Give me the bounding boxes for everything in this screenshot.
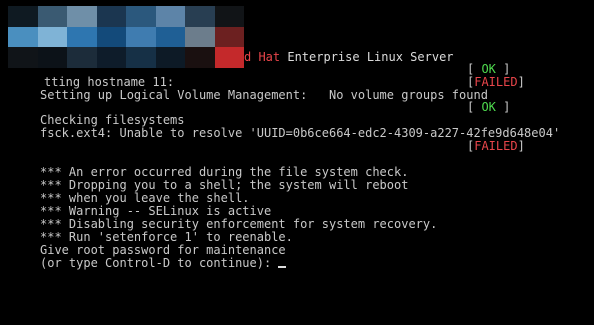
mosaic-tile bbox=[67, 6, 97, 27]
prompt-text: (or type Control-D to continue): bbox=[40, 256, 279, 270]
mosaic-tile bbox=[185, 26, 215, 48]
blurred-logo bbox=[8, 6, 244, 68]
console-screen: d Hat Enterprise Linux Server [ OK ] tti… bbox=[0, 0, 594, 325]
text-cursor[interactable] bbox=[278, 266, 287, 268]
brand-fragment: d Hat bbox=[244, 50, 281, 64]
lvm-line: Setting up Logical Volume Management: No… bbox=[40, 88, 488, 102]
mosaic-tile bbox=[214, 47, 244, 68]
mosaic-tile bbox=[8, 26, 38, 48]
mosaic-tile bbox=[37, 47, 67, 68]
mosaic-tile bbox=[37, 6, 67, 27]
mosaic-tile bbox=[96, 47, 126, 68]
ok-label-1: OK bbox=[481, 62, 496, 76]
mosaic-tile bbox=[126, 26, 156, 48]
mosaic-tile bbox=[67, 47, 97, 68]
mosaic-tile bbox=[155, 47, 185, 68]
status-ok-2: [ OK ] bbox=[467, 100, 511, 114]
mosaic-tile bbox=[67, 26, 97, 48]
mosaic-tile bbox=[126, 47, 156, 68]
mosaic-tile bbox=[96, 26, 126, 48]
mosaic-tile bbox=[8, 47, 38, 68]
mosaic-tile bbox=[214, 26, 244, 48]
failed-label-2: FAILED bbox=[474, 139, 518, 153]
mosaic-tile bbox=[8, 6, 38, 27]
mosaic-tile bbox=[96, 6, 126, 27]
password-prompt[interactable]: (or type Control-D to continue): bbox=[40, 256, 287, 270]
mosaic-tile bbox=[185, 6, 215, 27]
header-line: d Hat Enterprise Linux Server bbox=[244, 51, 454, 64]
mosaic-tile bbox=[155, 6, 185, 27]
ok-label-2: OK bbox=[481, 100, 496, 114]
failed-label-1: FAILED bbox=[474, 75, 518, 89]
mosaic-tile bbox=[155, 26, 185, 48]
mosaic-tile bbox=[185, 47, 215, 68]
mosaic-tile bbox=[37, 26, 67, 48]
mosaic-tile bbox=[214, 6, 244, 27]
product-name: Enterprise Linux Server bbox=[280, 50, 454, 64]
mosaic-tile bbox=[126, 6, 156, 27]
status-failed-fsck: [FAILED] bbox=[467, 139, 525, 153]
